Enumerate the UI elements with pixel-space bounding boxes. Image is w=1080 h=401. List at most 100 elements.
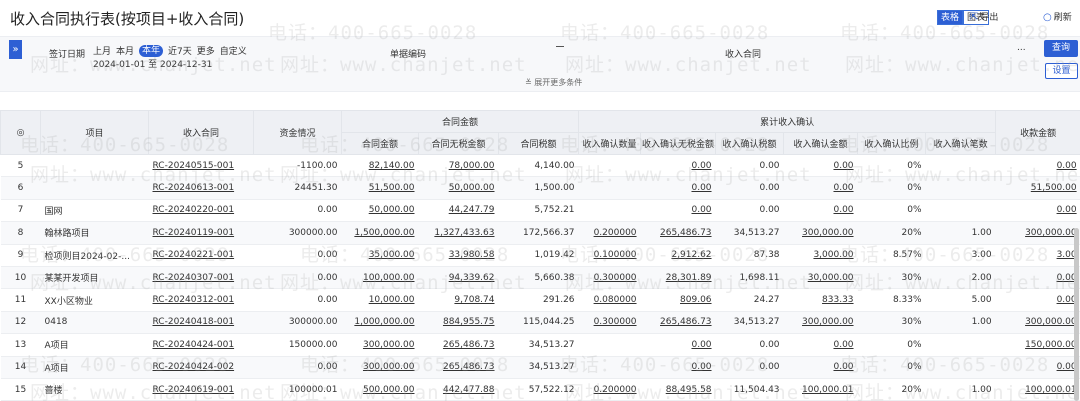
- income-amount-cell[interactable]: 0.00: [783, 199, 858, 223]
- amount-notax-cell[interactable]: 1,327,433.63: [418, 221, 499, 245]
- refresh-button[interactable]: ○ 刷新: [1043, 10, 1072, 25]
- amount-cell[interactable]: 300,000.00: [341, 356, 419, 379]
- gear-icon[interactable]: ◎: [17, 128, 25, 138]
- amount-notax-cell[interactable]: 9,708.74: [418, 288, 499, 312]
- query-button[interactable]: 查询: [1044, 40, 1078, 57]
- amount-notax-cell[interactable]: 78,000.00: [418, 154, 499, 178]
- income-amount-cell[interactable]: 100,000.01: [783, 378, 858, 401]
- quick-option-last-month[interactable]: 上月: [93, 44, 111, 57]
- income-qty-cell[interactable]: 0.080000: [578, 288, 641, 312]
- received-cell[interactable]: 0.00: [995, 288, 1080, 312]
- table-row[interactable]: 10 某某开发项目 RC-20240307-001 0.00 100,000.00 94,…: [0, 266, 1080, 290]
- table-row[interactable]: 8 翰林路项目 RC-20240119-001 300000.00 1,500,000.…: [0, 221, 1080, 245]
- income-notax-cell[interactable]: 809.06: [640, 288, 716, 312]
- received-cell[interactable]: 0.00: [995, 154, 1080, 178]
- amount-notax-cell[interactable]: 50,000.00: [418, 176, 499, 200]
- received-cell[interactable]: 100,000.01: [995, 378, 1080, 401]
- income-notax-cell[interactable]: 28,301.89: [640, 266, 716, 290]
- income-notax-cell[interactable]: 0.00: [640, 199, 716, 223]
- income-qty-cell[interactable]: 0.200000: [578, 221, 641, 245]
- vertical-scrollbar[interactable]: [1074, 228, 1079, 401]
- income-notax-cell[interactable]: 0.00: [640, 333, 716, 357]
- income-amount-cell[interactable]: 0.00: [783, 154, 858, 178]
- amount-notax-cell[interactable]: 94,339.62: [418, 266, 499, 290]
- contract-link[interactable]: RC-20240515-001: [148, 154, 254, 178]
- income-qty-cell[interactable]: [578, 356, 641, 379]
- contract-link[interactable]: RC-20240119-001: [148, 221, 254, 245]
- amount-cell[interactable]: 82,140.00: [341, 154, 419, 178]
- contract-link[interactable]: RC-20240424-002: [148, 356, 254, 379]
- income-notax-cell[interactable]: 265,486.73: [640, 221, 716, 245]
- received-cell[interactable]: 0.00: [995, 266, 1080, 290]
- expand-more-conditions[interactable]: ≚ 展开更多条件: [525, 77, 582, 88]
- amount-notax-cell[interactable]: 265,486.73: [418, 333, 499, 357]
- income-notax-cell[interactable]: 88,495.58: [640, 378, 716, 401]
- amount-notax-cell[interactable]: 33,980.58: [418, 244, 499, 267]
- received-cell[interactable]: 3.00: [995, 244, 1080, 267]
- amount-notax-cell[interactable]: 884,955.75: [418, 311, 499, 335]
- date-range-value[interactable]: 2024-01-01 至 2024-12-31: [93, 57, 212, 70]
- received-cell[interactable]: 150,000.00: [995, 333, 1080, 357]
- income-notax-cell[interactable]: 0.00: [640, 356, 716, 379]
- income-qty-cell[interactable]: [578, 199, 641, 223]
- amount-cell[interactable]: 50,000.00: [341, 199, 419, 223]
- amount-cell[interactable]: 35,000.00: [341, 244, 419, 267]
- received-cell[interactable]: 300,000.00: [995, 221, 1080, 245]
- income-amount-cell[interactable]: 300,000.00: [783, 221, 858, 245]
- contract-link[interactable]: RC-20240307-001: [148, 266, 254, 290]
- quick-option-last-7-days[interactable]: 近7天: [168, 44, 192, 57]
- amount-cell[interactable]: 1,000,000.00: [341, 311, 419, 335]
- table-row[interactable]: 6 RC-20240613-001 24451.30 51,500.00 50,000.…: [0, 176, 1080, 200]
- table-row[interactable]: 7 国网 RC-20240220-001 0.00 50,000.00 44,247.79…: [0, 199, 1080, 223]
- contract-link[interactable]: RC-20240220-001: [148, 199, 254, 223]
- contract-link[interactable]: RC-20240424-001: [148, 333, 254, 357]
- more-filters-ellipsis[interactable]: ...: [1017, 43, 1026, 53]
- income-notax-cell[interactable]: 265,486.73: [640, 311, 716, 335]
- income-qty-cell[interactable]: 0.300000: [578, 311, 641, 335]
- settings-button[interactable]: 设置: [1045, 63, 1078, 79]
- contract-link[interactable]: RC-20240418-001: [148, 311, 254, 335]
- income-qty-cell[interactable]: [578, 176, 641, 200]
- settings-column-header[interactable]: ◎: [0, 110, 41, 155]
- amount-cell[interactable]: 51,500.00: [341, 176, 419, 200]
- received-cell[interactable]: 0.00: [995, 199, 1080, 223]
- contract-link[interactable]: RC-20240619-001: [148, 378, 254, 401]
- table-row[interactable]: 11 XX小区物业 RC-20240312-001 0.00 10,000.00 9,70…: [0, 288, 1080, 312]
- amount-notax-cell[interactable]: 442,477.88: [418, 378, 499, 401]
- contract-link[interactable]: RC-20240613-001: [148, 176, 254, 200]
- amount-notax-cell[interactable]: 44,247.79: [418, 199, 499, 223]
- contract-link[interactable]: RC-20240221-001: [148, 244, 254, 267]
- income-qty-cell[interactable]: 0.300000: [578, 266, 641, 290]
- expand-panel-icon[interactable]: »: [9, 40, 22, 59]
- received-cell[interactable]: 0.00: [995, 356, 1080, 379]
- table-row[interactable]: 15 蔷楼 RC-20240619-001 100000.01 500,000.00 44…: [0, 378, 1080, 401]
- table-row[interactable]: 14 A项目 RC-20240424-002 0.00 300,000.00 265,48…: [0, 356, 1080, 379]
- income-amount-cell[interactable]: 300,000.00: [783, 311, 858, 335]
- amount-notax-cell[interactable]: 265,486.73: [418, 356, 499, 379]
- income-amount-cell[interactable]: 0.00: [783, 176, 858, 200]
- amount-cell[interactable]: 500,000.00: [341, 378, 419, 401]
- income-amount-cell[interactable]: 833.33: [783, 288, 858, 312]
- amount-cell[interactable]: 1,500,000.00: [341, 221, 419, 245]
- table-row[interactable]: 9 检项则目2024-02-... RC-20240221-001 0.00 35,00…: [0, 244, 1080, 267]
- amount-cell[interactable]: 10,000.00: [341, 288, 419, 312]
- quick-option-this-year[interactable]: 本年: [139, 44, 164, 57]
- table-view-button[interactable]: 表格: [937, 10, 964, 25]
- quick-option-custom[interactable]: 自定义: [220, 44, 247, 57]
- income-notax-cell[interactable]: 0.00: [640, 154, 716, 178]
- amount-cell[interactable]: 100,000.00: [341, 266, 419, 290]
- income-qty-cell[interactable]: [578, 154, 641, 178]
- amount-cell[interactable]: 300,000.00: [341, 333, 419, 357]
- table-row[interactable]: 12 0418 RC-20240418-001 300000.00 1,000,000.…: [0, 311, 1080, 335]
- income-notax-cell[interactable]: 0.00: [640, 176, 716, 200]
- received-cell[interactable]: 51,500.00: [995, 176, 1080, 200]
- quick-option-more[interactable]: 更多: [197, 44, 215, 57]
- income-amount-cell[interactable]: 0.00: [783, 356, 858, 379]
- income-qty-cell[interactable]: 0.200000: [578, 378, 641, 401]
- income-amount-cell[interactable]: 3,000.00: [783, 244, 858, 267]
- contract-link[interactable]: RC-20240312-001: [148, 288, 254, 312]
- quick-option-this-month[interactable]: 本月: [116, 44, 134, 57]
- income-notax-cell[interactable]: 2,912.62: [640, 244, 716, 267]
- income-qty-cell[interactable]: 0.100000: [578, 244, 641, 267]
- income-qty-cell[interactable]: [578, 333, 641, 357]
